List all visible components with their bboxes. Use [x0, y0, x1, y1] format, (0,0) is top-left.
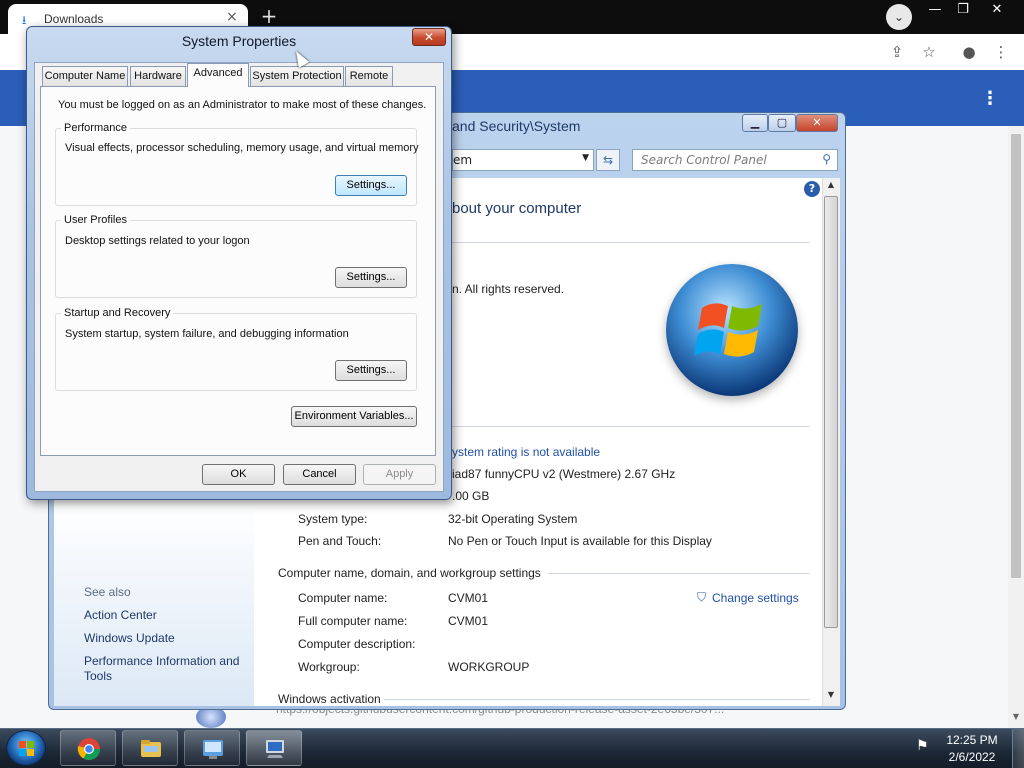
cp-maximize-button[interactable]: ▢ — [768, 114, 796, 132]
system-type-label: System type: — [298, 512, 368, 526]
taskbar-control-panel-button[interactable] — [184, 730, 240, 766]
cp-page-heading: bout your computer — [452, 200, 582, 217]
search-icon[interactable]: ⚲ — [822, 152, 831, 166]
taskbar-chrome-button[interactable] — [60, 730, 116, 766]
see-also-action-center[interactable]: Action Center — [84, 608, 157, 622]
clock-date[interactable]: 2/6/2022 — [940, 750, 1004, 764]
divider — [452, 242, 810, 243]
change-settings-link[interactable]: Change settings — [712, 591, 799, 605]
ok-button[interactable]: OK — [202, 464, 275, 485]
dialog-title: System Properties — [181, 33, 297, 49]
divider — [548, 573, 810, 574]
tab-computer-name[interactable]: Computer Name — [42, 66, 128, 86]
see-also-title: See also — [84, 585, 131, 599]
memory-value: .00 GB — [452, 489, 490, 503]
pen-touch-label: Pen and Touch: — [298, 534, 382, 548]
pen-touch-value: No Pen or Touch Input is available for t… — [448, 534, 712, 548]
copyright-text: n. All rights reserved. — [452, 282, 565, 296]
tab-title: Downloads — [44, 12, 104, 26]
refresh-icon[interactable]: ⇆ — [596, 149, 620, 171]
see-also-windows-update[interactable]: Windows Update — [84, 631, 175, 645]
performance-desc: Visual effects, processor scheduling, me… — [65, 142, 419, 154]
performance-settings-button[interactable]: Settings... — [335, 175, 407, 196]
page-scrollbar-thumb[interactable] — [1011, 134, 1021, 578]
workgroup-label: Workgroup: — [298, 660, 360, 674]
divider — [384, 699, 810, 700]
cp-address-text: em — [453, 153, 473, 167]
apply-button[interactable]: Apply — [363, 464, 436, 485]
action-center-flag-icon[interactable]: ⚑ — [916, 738, 929, 754]
taskbar-explorer-button[interactable] — [122, 730, 178, 766]
divider — [452, 426, 810, 427]
page-scroll-down-arrow[interactable]: ▼ — [1008, 712, 1024, 726]
tab-remote[interactable]: Remote — [345, 66, 393, 86]
user-profiles-desc: Desktop settings related to your logon — [65, 235, 250, 247]
full-computer-name-label: Full computer name: — [298, 614, 408, 628]
browser-restore-button[interactable]: ❐ — [946, 0, 980, 22]
full-computer-name-value: CVM01 — [448, 614, 489, 628]
workgroup-value: WORKGROUP — [448, 660, 530, 674]
page-menu-icon[interactable]: ⋮ — [978, 88, 1002, 112]
performance-title: Performance — [61, 122, 130, 134]
admin-note: You must be logged on as an Administrato… — [58, 99, 427, 111]
help-icon[interactable]: ? — [804, 181, 820, 197]
cp-scrollbar-thumb[interactable] — [824, 196, 838, 628]
show-desktop-button[interactable] — [1012, 729, 1024, 768]
windows-logo — [666, 264, 798, 396]
processor-value: iad87 funnyCPU v2 (Westmere) 2.67 GHz — [452, 467, 676, 481]
user-profiles-settings-button[interactable]: Settings... — [335, 267, 407, 288]
cancel-button[interactable]: Cancel — [283, 464, 356, 485]
see-also-performance-info[interactable]: Performance Information and — [84, 654, 239, 668]
startup-recovery-settings-button[interactable]: Settings... — [335, 360, 407, 381]
computer-name-value: CVM01 — [448, 591, 489, 605]
system-type-value: 32-bit Operating System — [448, 512, 578, 526]
browser-close-button[interactable]: ✕ — [980, 0, 1014, 22]
chrome-icon — [77, 738, 100, 760]
tab-close-icon[interactable]: × — [226, 9, 238, 25]
control-panel-breadcrumb[interactable]: and Security\System — [452, 118, 580, 134]
share-icon[interactable]: ⇪ — [886, 42, 908, 62]
environment-variables-button[interactable]: Environment Variables... — [291, 406, 417, 427]
taskbar-system-properties-button[interactable] — [246, 730, 302, 766]
cp-search-placeholder: Search Control Panel — [641, 153, 767, 167]
cp-scroll-up-arrow[interactable]: ▲ — [824, 180, 838, 194]
tab-hardware[interactable]: Hardware — [130, 66, 186, 86]
clock-time[interactable]: 12:25 PM — [940, 733, 1004, 747]
user-profiles-title: User Profiles — [61, 214, 130, 226]
shield-icon: ⛉ — [697, 590, 707, 604]
profile-avatar-icon[interactable]: ● — [958, 42, 980, 62]
system-properties-icon — [266, 740, 284, 758]
startup-recovery-title: Startup and Recovery — [61, 307, 174, 319]
tab-system-protection[interactable]: System Protection — [250, 66, 344, 86]
cp-scroll-down-arrow[interactable]: ▼ — [824, 690, 838, 704]
startup-recovery-desc: System startup, system failure, and debu… — [65, 328, 349, 340]
browser-menu-icon[interactable]: ⋮ — [990, 42, 1012, 62]
cp-search-input[interactable]: Search Control Panel ⚲ — [632, 149, 838, 171]
computer-name-section-title: Computer name, domain, and workgroup set… — [278, 566, 541, 580]
control-panel-icon — [203, 740, 223, 759]
computer-description-label: Computer description: — [298, 637, 416, 651]
system-rating-link[interactable]: ystem rating is not available — [452, 445, 600, 459]
windows-activation-title: Windows activation — [278, 692, 381, 706]
start-button[interactable] — [6, 730, 46, 766]
dialog-close-button[interactable]: ✕ — [412, 28, 446, 46]
cp-minimize-button[interactable]: ▁ — [742, 114, 768, 132]
tab-search-button[interactable]: ⌄ — [886, 4, 912, 30]
see-also-performance-tools[interactable]: Tools — [84, 669, 112, 683]
chevron-down-icon[interactable]: ▼ — [582, 153, 589, 163]
new-tab-button[interactable]: + — [258, 6, 280, 28]
cp-close-button[interactable]: ✕ — [796, 114, 838, 132]
computer-name-label: Computer name: — [298, 591, 388, 605]
cp-address-bar[interactable]: em ▼ — [452, 149, 594, 171]
tab-advanced[interactable]: Advanced — [187, 63, 249, 87]
bookmark-star-icon[interactable]: ☆ — [918, 42, 940, 62]
folder-icon — [141, 740, 161, 757]
